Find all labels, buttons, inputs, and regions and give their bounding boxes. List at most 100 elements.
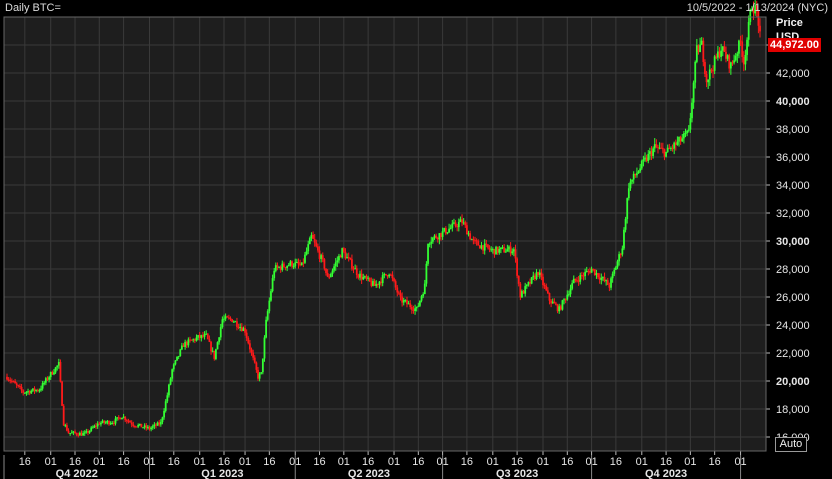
candle-body — [707, 79, 710, 83]
y-tick-label: 42,000 — [776, 68, 810, 80]
candle-body — [534, 275, 536, 279]
candle-body — [67, 430, 70, 434]
candle-body — [297, 262, 300, 265]
candle-body — [652, 148, 655, 156]
candle-body — [726, 55, 729, 59]
candle-body — [35, 389, 38, 392]
candle-body — [674, 142, 677, 145]
candle-body — [54, 367, 57, 373]
candle-body — [28, 391, 31, 394]
candle-body — [427, 243, 429, 264]
candle-body — [117, 417, 120, 419]
candle-body — [629, 181, 632, 189]
candle-body — [22, 390, 25, 393]
x-tick-label: 16 — [69, 456, 81, 468]
candle-body — [307, 244, 310, 252]
candle-body — [718, 51, 721, 57]
candle-body — [454, 222, 457, 227]
candle-body — [95, 425, 97, 427]
candle-body — [441, 231, 444, 237]
candle-body — [545, 286, 548, 291]
candle-body — [249, 343, 251, 350]
candle-body — [122, 416, 125, 418]
candle-body — [640, 160, 643, 169]
y-tick-label: 28,000 — [776, 264, 810, 276]
candle-body — [487, 244, 489, 248]
candle-body — [592, 268, 595, 270]
candle-body — [684, 133, 687, 135]
candle-body — [143, 425, 146, 428]
candle-body — [169, 378, 172, 385]
x-tick-label: 16 — [709, 456, 721, 468]
candle-body — [639, 168, 642, 172]
candle-body — [197, 335, 199, 338]
candle-body — [347, 256, 350, 258]
candle-body — [608, 284, 611, 288]
candle-body — [713, 56, 716, 71]
candle-body — [490, 249, 493, 251]
candle-body — [663, 149, 666, 157]
candle-body — [247, 337, 250, 344]
candle-body — [219, 327, 222, 338]
x-tick-label: 16 — [117, 456, 129, 468]
chart-canvas[interactable]: 16,00018,00020,00022,00024,00026,00028,0… — [0, 0, 832, 479]
candle-body — [433, 235, 436, 238]
candle-body — [373, 281, 376, 286]
candle-body — [72, 431, 75, 433]
candle-body — [80, 432, 83, 436]
candle-body — [206, 333, 209, 340]
x-tick-label: 16 — [263, 456, 275, 468]
x-tick-label: 16 — [511, 456, 523, 468]
candle-body — [292, 266, 295, 268]
candle-body — [221, 319, 224, 328]
candle-body — [69, 432, 72, 434]
x-tick-label: 01 — [338, 456, 350, 468]
candle-body — [642, 159, 645, 161]
candle-body — [302, 262, 305, 264]
candle-body — [211, 350, 214, 352]
candle-body — [33, 388, 36, 392]
candle-body — [589, 271, 591, 273]
candle-body — [75, 433, 78, 435]
candle-body — [522, 291, 525, 294]
candle-body — [580, 275, 583, 277]
candle-body — [571, 283, 574, 289]
candle-body — [27, 391, 29, 393]
candle-body — [650, 151, 653, 156]
candle-body — [538, 272, 541, 275]
candle-body — [304, 254, 306, 263]
candle-body — [341, 248, 344, 258]
candle-body — [121, 417, 123, 420]
candle-body — [59, 362, 62, 382]
x-tick-label: 16 — [561, 456, 573, 468]
candle-body — [710, 69, 713, 71]
candle-body — [78, 432, 81, 436]
candle-body — [260, 372, 263, 374]
candle-body — [542, 276, 544, 286]
x-tick-label: 01 — [684, 456, 696, 468]
candle-body — [329, 273, 332, 278]
candle-body — [363, 276, 366, 278]
candle-body — [610, 278, 612, 288]
candle-body — [12, 381, 15, 383]
x-tick-label: 16 — [660, 456, 672, 468]
candle-body — [344, 251, 347, 259]
candle-body — [342, 248, 345, 252]
candle-body — [216, 342, 219, 350]
candle-body — [665, 151, 667, 157]
candle-body — [537, 272, 540, 275]
candle-body — [584, 272, 587, 277]
candle-body — [436, 237, 439, 240]
candle-body — [244, 328, 246, 333]
candle-body — [257, 369, 259, 379]
candle-body — [163, 410, 165, 418]
candle-body — [647, 153, 650, 161]
candle-body — [193, 339, 196, 341]
candle-body — [435, 235, 438, 238]
candle-body — [692, 82, 695, 103]
candle-body — [568, 294, 570, 296]
candle-body — [317, 246, 319, 251]
auto-scale-button[interactable]: Auto — [775, 437, 807, 452]
candle-body — [325, 268, 327, 274]
candle-body — [43, 382, 46, 384]
